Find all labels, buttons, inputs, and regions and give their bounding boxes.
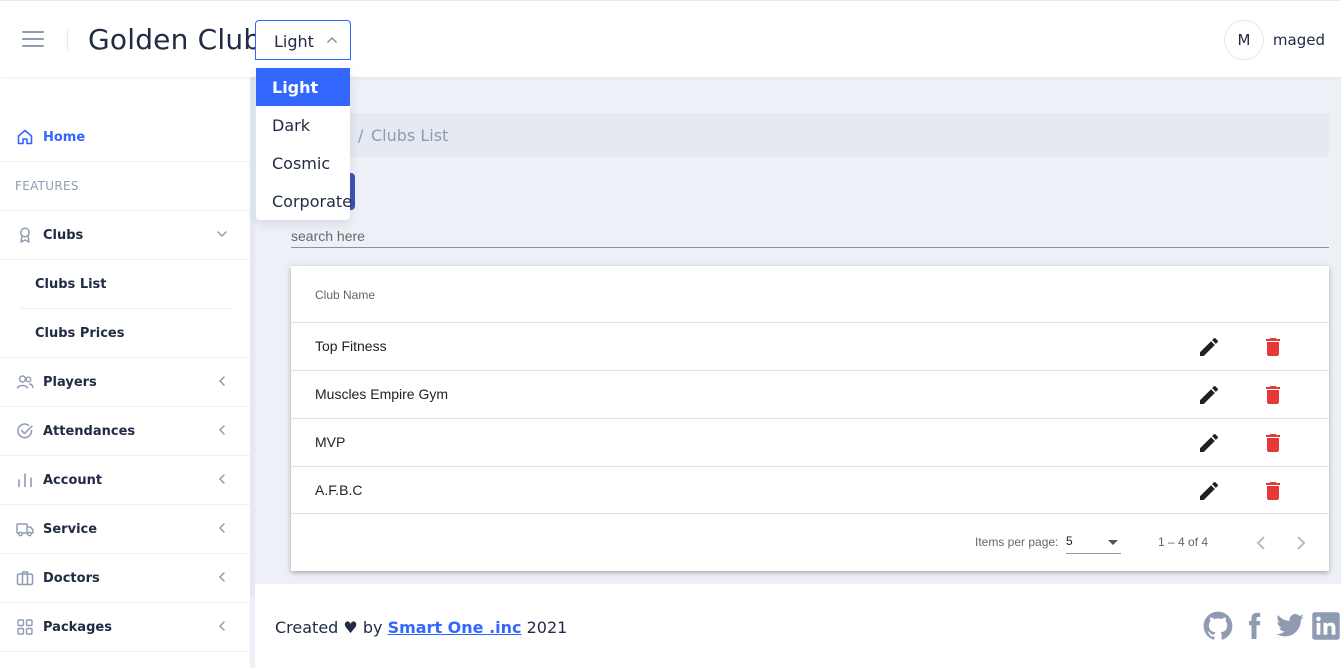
paginator: Items per page: 5 1 – 4 of 4 [291, 515, 1329, 571]
people-icon [16, 373, 34, 391]
footer-prefix: Created ♥ by [275, 618, 383, 637]
sidebar: Home FEATURES Clubs Clubs List Clubs Pri… [0, 77, 250, 668]
table-body: Top Fitness Muscles Empire Gym MVP A.F.B… [291, 322, 1329, 514]
sidebar-item-players[interactable]: Players [0, 358, 250, 407]
theme-option-dark[interactable]: Dark [256, 106, 350, 144]
clubs-table: Club Name Top Fitness Muscles Empire Gym… [291, 266, 1329, 571]
sidebar-item-clubs[interactable]: Clubs [0, 211, 250, 260]
page-range: 1 – 4 of 4 [1158, 535, 1209, 549]
theme-select[interactable]: Light [255, 20, 351, 60]
sidebar-item-doctors[interactable]: Doctors [0, 554, 250, 603]
footer: Created ♥ by Smart One .inc 2021 [255, 584, 1341, 668]
sidebar-item-label: Packages [43, 619, 112, 635]
hamburger-icon[interactable] [22, 31, 44, 47]
sidebar-subitem-clubs-prices[interactable]: Clubs Prices [0, 309, 250, 358]
linkedin-icon[interactable] [1311, 611, 1341, 641]
table-row: Muscles Empire Gym [291, 370, 1329, 418]
breadcrumb-separator: / [358, 126, 364, 145]
chevron-left-icon [218, 523, 225, 533]
chevron-left-icon [218, 572, 225, 582]
sidebar-item-label: Service [43, 521, 98, 537]
sidebar-item-label: Doctors [43, 570, 100, 586]
chevron-up-icon [327, 36, 337, 43]
pencil-icon[interactable] [1197, 383, 1221, 407]
club-name-cell: Muscles Empire Gym [315, 386, 449, 402]
sidebar-item-account[interactable]: Account [0, 456, 250, 505]
theme-option-light[interactable]: Light [256, 68, 350, 106]
theme-dropdown: Light Dark Cosmic Corporate [256, 68, 352, 220]
column-header-club-name[interactable]: Club Name [315, 288, 375, 302]
table-row: Top Fitness [291, 322, 1329, 370]
chevron-left-icon [218, 425, 225, 435]
items-per-page-value: 5 [1066, 534, 1073, 548]
search-input[interactable] [291, 225, 1329, 248]
grid-icon [16, 618, 34, 636]
theme-option-cosmic[interactable]: Cosmic [256, 144, 350, 182]
items-per-page-label: Items per page: [975, 535, 1059, 549]
header-divider [67, 29, 68, 51]
sidebar-menu: Home FEATURES Clubs Clubs List Clubs Pri… [0, 113, 250, 652]
table-row: A.F.B.C [291, 466, 1329, 514]
company-link[interactable]: Smart One .inc [388, 618, 522, 637]
social-links [1197, 611, 1341, 641]
sidebar-scrollbar[interactable] [250, 77, 255, 597]
chevron-left-icon [218, 621, 225, 631]
sidebar-item-label: Players [43, 374, 97, 390]
breadcrumb-current: Clubs List [371, 126, 449, 145]
theme-select-value: Light [274, 32, 314, 51]
sidebar-subitem-label: Clubs Prices [35, 326, 125, 341]
user-menu[interactable]: M maged [1223, 20, 1325, 60]
club-name-cell: Top Fitness [315, 338, 387, 354]
sidebar-subitem-clubs-list[interactable]: Clubs List [0, 260, 250, 309]
sidebar-item-service[interactable]: Service [0, 505, 250, 554]
home-icon [16, 128, 34, 146]
checkmark-circle-icon [16, 422, 34, 440]
bar-chart-icon [16, 471, 34, 489]
pencil-icon[interactable] [1197, 335, 1221, 359]
items-per-page-select[interactable]: 5 [1066, 532, 1121, 554]
breadcrumb: / Clubs List [290, 113, 1329, 157]
sidebar-item-label: Clubs [43, 227, 84, 243]
trash-icon[interactable] [1261, 335, 1285, 359]
club-name-cell: MVP [315, 434, 346, 450]
sidebar-item-label: Account [43, 472, 103, 488]
table-row: MVP [291, 418, 1329, 466]
sidebar-item-label: Attendances [43, 423, 136, 439]
facebook-icon[interactable] [1239, 611, 1269, 641]
sidebar-item-label: Home [43, 129, 86, 145]
dropdown-arrow-icon [1108, 540, 1118, 545]
chevron-left-icon [218, 376, 225, 386]
car-icon [16, 520, 34, 538]
pencil-icon[interactable] [1197, 479, 1221, 503]
chevron-right-icon[interactable] [1289, 531, 1313, 555]
theme-option-corporate[interactable]: Corporate [256, 182, 352, 220]
trash-icon[interactable] [1261, 431, 1285, 455]
app-title: Golden Club [88, 23, 262, 56]
pencil-icon[interactable] [1197, 431, 1221, 455]
chevron-down-icon [217, 231, 227, 238]
sidebar-item-home[interactable]: Home [0, 113, 250, 162]
sidebar-group-features: FEATURES [0, 162, 250, 211]
twitter-icon[interactable] [1275, 611, 1305, 641]
trash-icon[interactable] [1261, 479, 1285, 503]
sidebar-item-attendances[interactable]: Attendances [0, 407, 250, 456]
chevron-left-icon[interactable] [1249, 531, 1273, 555]
briefcase-icon [16, 569, 34, 587]
chevron-left-icon [218, 474, 225, 484]
footer-year: 2021 [526, 618, 568, 637]
club-name-cell: A.F.B.C [315, 482, 363, 498]
trash-icon[interactable] [1261, 383, 1285, 407]
github-icon[interactable] [1203, 611, 1233, 641]
avatar[interactable]: M [1223, 20, 1264, 60]
sidebar-subitem-label: Clubs List [35, 277, 107, 292]
sidebar-item-packages[interactable]: Packages [0, 603, 250, 652]
footer-credit: Created ♥ by Smart One .inc 2021 [275, 618, 567, 637]
user-name[interactable]: maged [1273, 31, 1325, 49]
award-icon [16, 226, 34, 244]
app-header: Golden Club Light M maged [0, 0, 1341, 77]
